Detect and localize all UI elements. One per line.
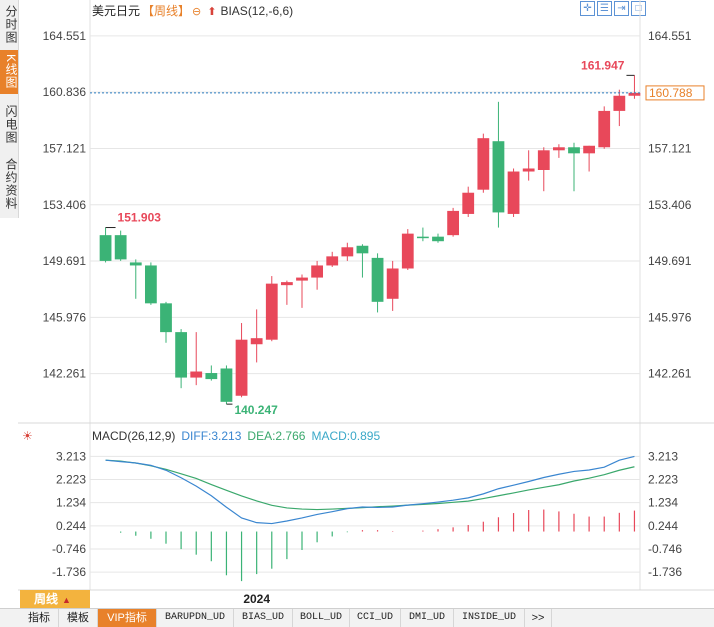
candle-body	[326, 256, 339, 266]
candle-body	[477, 138, 490, 190]
diff-value: DIFF:3.213	[181, 429, 242, 443]
macd-tick-right: -0.746	[648, 542, 682, 556]
price-tick-right: 164.551	[648, 29, 692, 43]
macd-tick-right: 3.213	[648, 449, 678, 463]
price-tick-left: 153.406	[43, 198, 87, 212]
tab-barupdn[interactable]: BARUPDN_UD	[157, 609, 234, 627]
candle-body	[416, 236, 429, 239]
candles	[99, 75, 641, 405]
price-tick-left: 157.121	[43, 141, 87, 155]
candle-body	[371, 257, 384, 302]
tab-cci[interactable]: CCI_UD	[350, 609, 401, 627]
price-tick-right: 153.406	[648, 198, 692, 212]
candle-body	[114, 235, 127, 260]
macd-settings-icon[interactable]: ☀	[22, 429, 33, 443]
tab-templates[interactable]: 模板	[59, 609, 98, 627]
candle-body	[265, 283, 278, 340]
macd-panel	[90, 455, 640, 582]
candle-body	[583, 145, 596, 154]
candle-body	[129, 262, 142, 266]
tab-vip-indicators[interactable]: VIP指标	[98, 609, 157, 627]
candle-body	[386, 268, 399, 299]
macd-tick-left: -0.746	[52, 542, 86, 556]
macd-tick-right: 1.234	[648, 496, 678, 510]
price-tick-right: 145.976	[648, 310, 692, 324]
price-tick-right: 142.261	[648, 367, 692, 381]
macd-tick-left: 0.244	[56, 519, 86, 533]
price-tick-right: 157.121	[648, 141, 692, 155]
macd-tick-right: -1.736	[648, 565, 682, 579]
candle-body	[296, 277, 308, 281]
candle-body	[220, 368, 233, 402]
candle-body	[537, 150, 550, 170]
dropdown-arrow-icon: ▲	[62, 595, 71, 605]
candle-body	[522, 168, 535, 172]
candle-body	[250, 338, 263, 345]
candle-body	[311, 265, 324, 278]
candle-body	[462, 192, 475, 214]
candle-body	[568, 147, 580, 154]
price-tick-left: 145.976	[43, 310, 87, 324]
candle-body	[432, 236, 444, 242]
candle-body	[598, 110, 611, 148]
macd-axis: 3.213 3.213 2.223 2.223 1.234 1.234 0.244 0.244…	[52, 449, 682, 579]
macd-tick-left: 3.213	[56, 449, 86, 463]
period-selector-label: 周线	[34, 592, 59, 606]
candle-body	[356, 245, 369, 254]
tab-indicators[interactable]: 指标	[20, 609, 59, 627]
time-axis: 2024	[243, 592, 270, 606]
price-tick-right: 149.691	[648, 254, 692, 268]
price-tick-left: 142.261	[43, 367, 87, 381]
high-price-label: 161.947	[581, 58, 625, 72]
candle-body	[190, 371, 203, 378]
more-tabs-button[interactable]: >>	[525, 609, 552, 627]
candle-body	[280, 282, 293, 286]
candle-body	[492, 141, 505, 213]
candle-body	[144, 265, 157, 304]
price-tick-left: 164.551	[43, 29, 87, 43]
macd-tick-left: 1.234	[56, 496, 86, 510]
macd-tick-left: 2.223	[56, 473, 86, 487]
macd-tick-right: 2.223	[648, 473, 678, 487]
period-selector[interactable]: 周线 ▲	[20, 590, 90, 608]
candle-body	[552, 147, 565, 151]
price-grid	[18, 0, 714, 591]
candle-body	[205, 373, 218, 380]
tab-inside[interactable]: INSIDE_UD	[454, 609, 525, 627]
macd-tick-left: -1.736	[52, 565, 86, 579]
low-price-label: 140.247	[234, 403, 278, 417]
diff-line	[105, 455, 635, 525]
macd-legend: MACD(26,12,9) DIFF:3.213 DEA:2.766 MACD:0.8…	[92, 429, 380, 443]
dea-line	[105, 459, 635, 511]
candle-body	[507, 171, 520, 214]
tab-bias[interactable]: BIAS_UD	[234, 609, 293, 627]
candle-body	[175, 332, 188, 378]
candle-body	[613, 95, 626, 111]
dea-value: DEA:2.766	[247, 429, 306, 443]
candle-body	[447, 210, 460, 236]
price-tick-left: 149.691	[43, 254, 87, 268]
tab-boll[interactable]: BOLL_UD	[293, 609, 350, 627]
macd-value: MACD:0.895	[311, 429, 381, 443]
high-price-label: 151.903	[118, 211, 162, 225]
price-tick-left: 160.836	[43, 85, 87, 99]
tab-dmi[interactable]: DMI_UD	[401, 609, 454, 627]
candle-body	[401, 233, 414, 269]
indicator-tab-bar: 指标 模板 VIP指标 BARUPDN_UD BIAS_UD BOLL_UD C…	[0, 608, 714, 627]
macd-tick-right: 0.244	[648, 519, 678, 533]
macd-title: MACD(26,12,9)	[92, 429, 176, 443]
kline-chart[interactable]: 164.551164.551160.836160.836157.121157.1…	[0, 0, 714, 626]
candle-body	[341, 247, 354, 257]
candle-body	[235, 339, 248, 396]
candle-body	[160, 303, 172, 333]
x-tick-label: 2024	[243, 592, 270, 606]
candle-body	[99, 235, 112, 261]
current-price-value: 160.788	[649, 86, 693, 100]
